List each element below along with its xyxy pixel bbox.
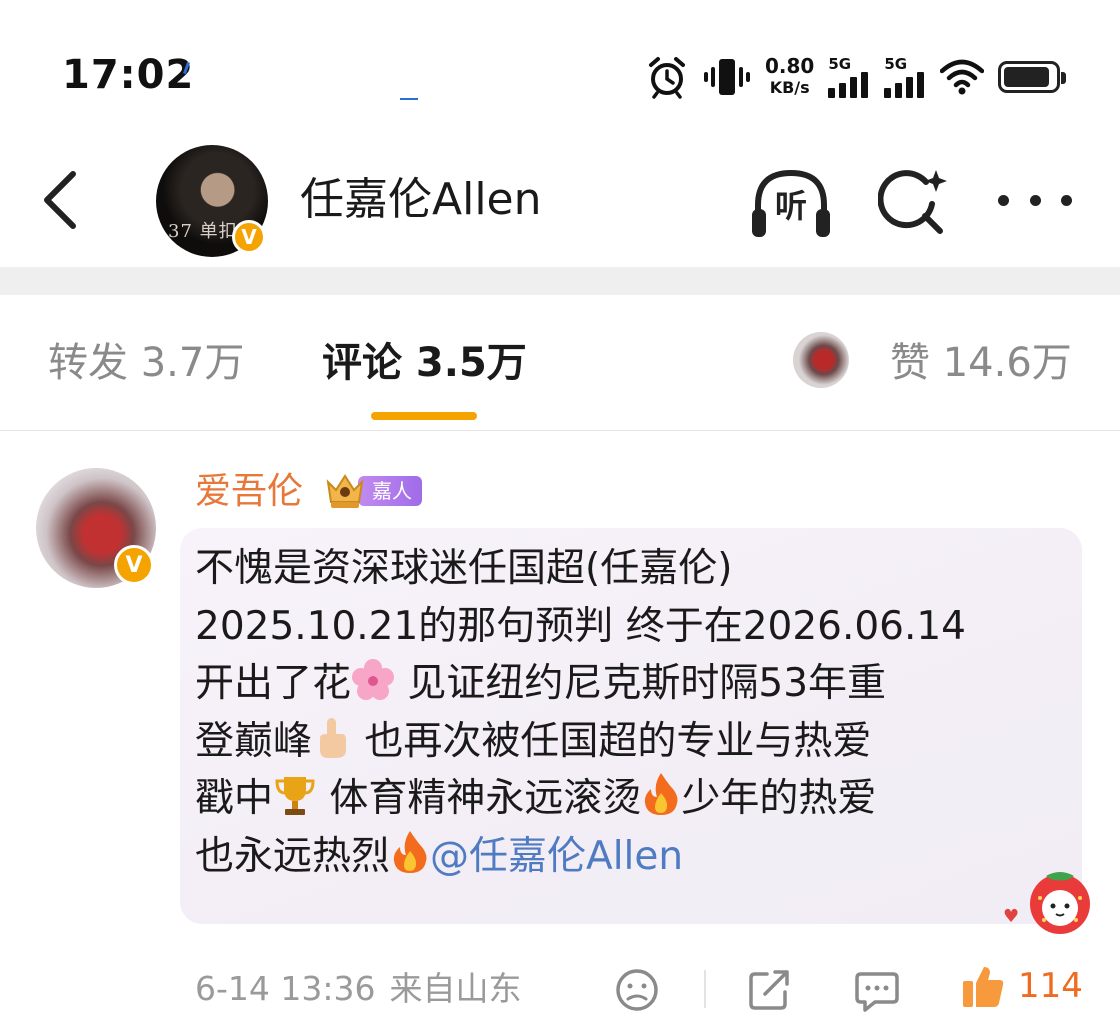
status-bar: 17:02 0.80 KB/s 5G 5G: [0, 0, 1120, 140]
comment-line: 登巅峰: [195, 718, 313, 764]
listen-label: 听: [774, 187, 807, 225]
signal-bars-icon: [828, 72, 869, 98]
section-divider: [0, 267, 1120, 295]
comment-location: 来自山东: [389, 969, 522, 1008]
active-tab-indicator: [371, 412, 477, 420]
comment-line: 少年的热爱: [681, 776, 877, 822]
search-button[interactable]: [877, 168, 950, 240]
author-name[interactable]: 任嘉伦Allen: [300, 170, 542, 230]
like-button[interactable]: 114: [960, 962, 1083, 1010]
strawberry-sticker-icon: [1030, 872, 1090, 934]
fan-badge-label: 嘉人: [358, 476, 422, 506]
signal-bars-icon: [884, 72, 925, 98]
pointing-up-icon: [320, 717, 347, 758]
signal-type-label: 5G: [884, 55, 908, 73]
network-speed-unit: KB/s: [769, 78, 810, 97]
comment-line: 体育精神永远滚烫: [317, 776, 642, 822]
comment-timestamp: 6-14 13:36: [195, 969, 376, 1008]
fire-icon: [393, 830, 427, 873]
verified-badge-icon: V: [114, 545, 154, 585]
trophy-icon: [275, 777, 315, 816]
status-time: 17:02: [62, 52, 195, 98]
thumbs-up-icon: [963, 967, 1004, 1007]
reply-button[interactable]: [853, 966, 901, 1014]
comment-line: 戳中: [195, 776, 274, 822]
interaction-tabs: 转发 3.7万 评论 3.5万 赞 14.6万: [0, 295, 1120, 431]
network-speed: 0.80 KB/s: [765, 55, 814, 99]
crown-badge-icon: [326, 474, 364, 508]
signal-type-label: 5G: [828, 55, 852, 73]
tab-reposts[interactable]: 转发 3.7万: [48, 335, 244, 391]
signal-strength-1: 5G: [828, 56, 870, 98]
comment-line: 不愧是资深球迷任国超(任嘉伦): [195, 546, 733, 591]
neutral-face-icon: [616, 969, 658, 1011]
comment-line: 见证纽约尼克斯时隔53年重: [395, 661, 887, 707]
more-dot: [1061, 194, 1072, 206]
verified-badge-icon: V: [232, 220, 266, 254]
share-button[interactable]: [745, 966, 793, 1014]
back-button[interactable]: [30, 165, 90, 235]
vibrate-icon: [704, 59, 750, 95]
weibo-comment-screen: 17:02 0.80 KB/s 5G 5G 37 单扣 V 任嘉伦Allen 听…: [0, 0, 1120, 1020]
comment-line: 开出了花: [195, 661, 352, 707]
signal-strength-2: 5G: [884, 56, 926, 98]
comment-line: 2025.10.21的那句预判 终于在2026.06.14: [195, 603, 966, 649]
wifi-icon: [940, 59, 985, 95]
comment-line: 也再次被任国超的专业与热爱: [352, 718, 872, 764]
comment-icon: [855, 972, 899, 1012]
fire-icon: [645, 773, 678, 816]
avatar-caption: 37 单扣: [168, 221, 238, 242]
tab-likes[interactable]: 赞 14.6万: [890, 335, 1072, 391]
more-options-button[interactable]: [998, 180, 1072, 220]
battery-icon: [998, 61, 1067, 93]
fan-badge[interactable]: 嘉人: [324, 474, 422, 508]
more-dot: [998, 194, 1009, 206]
battery-level-fill: [1004, 67, 1050, 87]
liker-avatar[interactable]: [793, 332, 849, 388]
listen-button[interactable]: 听: [748, 165, 834, 245]
like-count: 114: [1018, 966, 1083, 1006]
search-sparkle-icon: [877, 170, 947, 234]
comment-text: 不愧是资深球迷任国超(任嘉伦) 2025.10.21的那句预判 终于在2026.…: [195, 540, 1075, 886]
network-speed-value: 0.80: [765, 54, 815, 78]
more-dot: [1029, 194, 1041, 206]
tab-comments[interactable]: 评论 3.5万: [322, 335, 527, 391]
status-icons: 0.80 KB/s 5G 5G: [645, 50, 1067, 104]
cherry-blossom-icon: [352, 659, 395, 701]
post-header: 37 单扣 V 任嘉伦Allen 听: [0, 140, 1120, 265]
footer-separator: [704, 970, 706, 1008]
heart-decoration-icon: ♥: [1003, 906, 1020, 927]
share-icon: [749, 970, 789, 1010]
status-artifact: [400, 98, 418, 100]
emoji-react-button[interactable]: [613, 966, 661, 1014]
chevron-left-icon: [44, 171, 76, 229]
comment-meta: 6-14 13:36 来自山东: [195, 965, 522, 1013]
mention-link[interactable]: @任嘉伦Allen: [430, 834, 683, 879]
alarm-clock-icon: [649, 57, 685, 99]
comment-line: 也永远热烈: [195, 833, 391, 879]
commenter-name[interactable]: 爱吾伦: [195, 466, 303, 518]
